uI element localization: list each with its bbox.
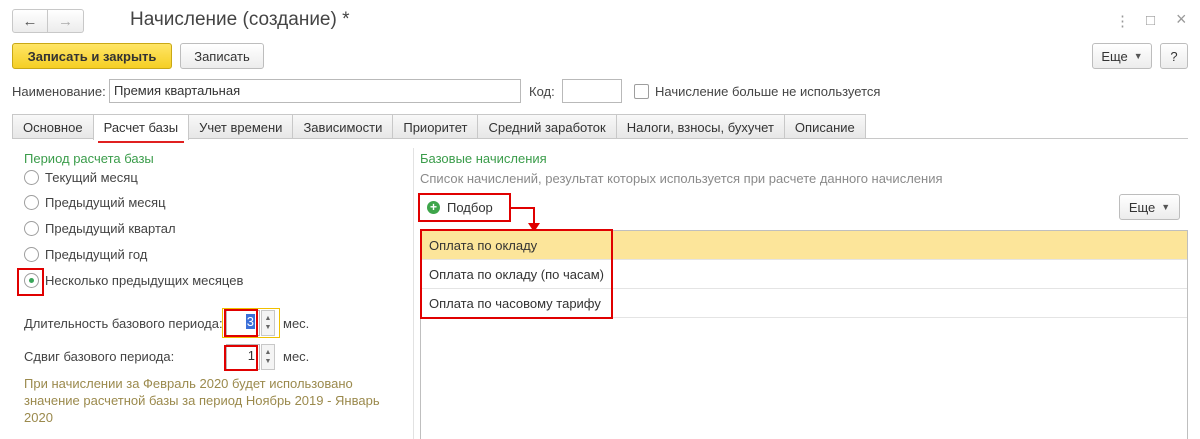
radio-previous-month[interactable]: Предыдущий месяц [24, 195, 166, 210]
tab-base-calculation-label: Расчет базы [103, 120, 179, 135]
duration-label: Длительность базового периода: [24, 316, 223, 331]
duration-highlight-box [224, 309, 258, 337]
list-more-button[interactable]: Еще ▼ [1119, 194, 1180, 220]
tab-priority[interactable]: Приоритет [392, 114, 479, 139]
tab-main[interactable]: Основное [12, 114, 94, 139]
radio-previous-year[interactable]: Предыдущий год [24, 247, 147, 262]
name-label: Наименование: [12, 84, 106, 99]
period-section-title: Период расчета базы [24, 151, 154, 166]
more-button-label: Еще [1101, 48, 1128, 64]
tab-time-accounting[interactable]: Учет времени [188, 114, 294, 139]
radio-button-icon [24, 247, 39, 262]
shift-label: Сдвиг базового периода: [24, 349, 175, 364]
radio-button-icon [24, 221, 39, 236]
stepper-down-icon: ▼ [264, 324, 272, 331]
tab-bar: Основное Расчет базы Учет времени Зависи… [12, 114, 866, 143]
radio-label: Предыдущий месяц [45, 195, 166, 210]
navigation-buttons: ← → [12, 9, 84, 33]
shift-stepper[interactable]: ▲ ▼ [261, 344, 275, 370]
pick-highlight-box [418, 193, 511, 222]
tab-average-earnings[interactable]: Средний заработок [477, 114, 617, 139]
duration-unit: мес. [283, 316, 310, 331]
list-more-label: Еще [1128, 199, 1156, 215]
tab-taxes[interactable]: Налоги, взносы, бухучет [615, 114, 785, 139]
forward-button[interactable]: → [48, 9, 84, 33]
tab-highlight-underline [97, 141, 185, 143]
radio-label: Предыдущий квартал [45, 221, 176, 236]
chevron-down-icon: ▼ [1133, 51, 1143, 61]
code-label: Код: [529, 84, 555, 99]
maximize-icon[interactable]: □ [1146, 12, 1155, 29]
more-vertical-icon[interactable]: ⋮ [1115, 12, 1130, 30]
period-hint: При начислении за Февраль 2020 будет исп… [24, 376, 380, 425]
radio-button-selected-icon [24, 273, 39, 288]
radio-current-month[interactable]: Текущий месяц [24, 170, 138, 185]
radio-label: Текущий месяц [45, 170, 138, 185]
base-description: Список начислений, результат которых исп… [420, 171, 943, 186]
stepper-up-icon: ▲ [264, 349, 272, 356]
shift-unit: мес. [283, 349, 310, 364]
stepper-down-icon: ▼ [264, 358, 272, 365]
code-field[interactable] [562, 79, 622, 103]
stepper-up-icon: ▲ [264, 315, 272, 322]
shift-highlight-box [224, 345, 258, 371]
window-title: Начисление (создание) * [130, 9, 350, 30]
duration-stepper[interactable]: ▲ ▼ [261, 310, 275, 336]
tab-base-calculation[interactable]: Расчет базы [92, 114, 190, 143]
chevron-down-icon: ▼ [1161, 202, 1171, 212]
name-field[interactable]: Премия квартальная [109, 79, 521, 103]
tab-description[interactable]: Описание [783, 114, 866, 139]
radio-button-icon [24, 195, 39, 210]
radio-label: Предыдущий год [45, 247, 148, 262]
tab-dependencies[interactable]: Зависимости [292, 114, 394, 139]
unused-label: Начисление больше не используется [655, 84, 881, 99]
base-section-title: Базовые начисления [420, 151, 547, 166]
radio-button-icon [24, 170, 39, 185]
arrow-right-icon: → [58, 12, 73, 30]
section-divider [413, 148, 414, 439]
help-button[interactable]: ? [1160, 43, 1188, 69]
save-and-close-button[interactable]: Записать и закрыть [12, 43, 172, 69]
radio-label: Несколько предыдущих месяцев [45, 273, 244, 288]
rows-highlight-box [420, 229, 613, 319]
close-icon[interactable]: × [1176, 9, 1187, 30]
save-button[interactable]: Записать [180, 43, 264, 69]
unused-checkbox[interactable] [634, 84, 649, 99]
more-button[interactable]: Еще ▼ [1092, 43, 1152, 69]
radio-several-months[interactable]: Несколько предыдущих месяцев [24, 273, 243, 288]
back-button[interactable]: ← [12, 9, 48, 33]
radio-previous-quarter[interactable]: Предыдущий квартал [24, 221, 176, 236]
arrow-left-icon: ← [22, 12, 38, 30]
